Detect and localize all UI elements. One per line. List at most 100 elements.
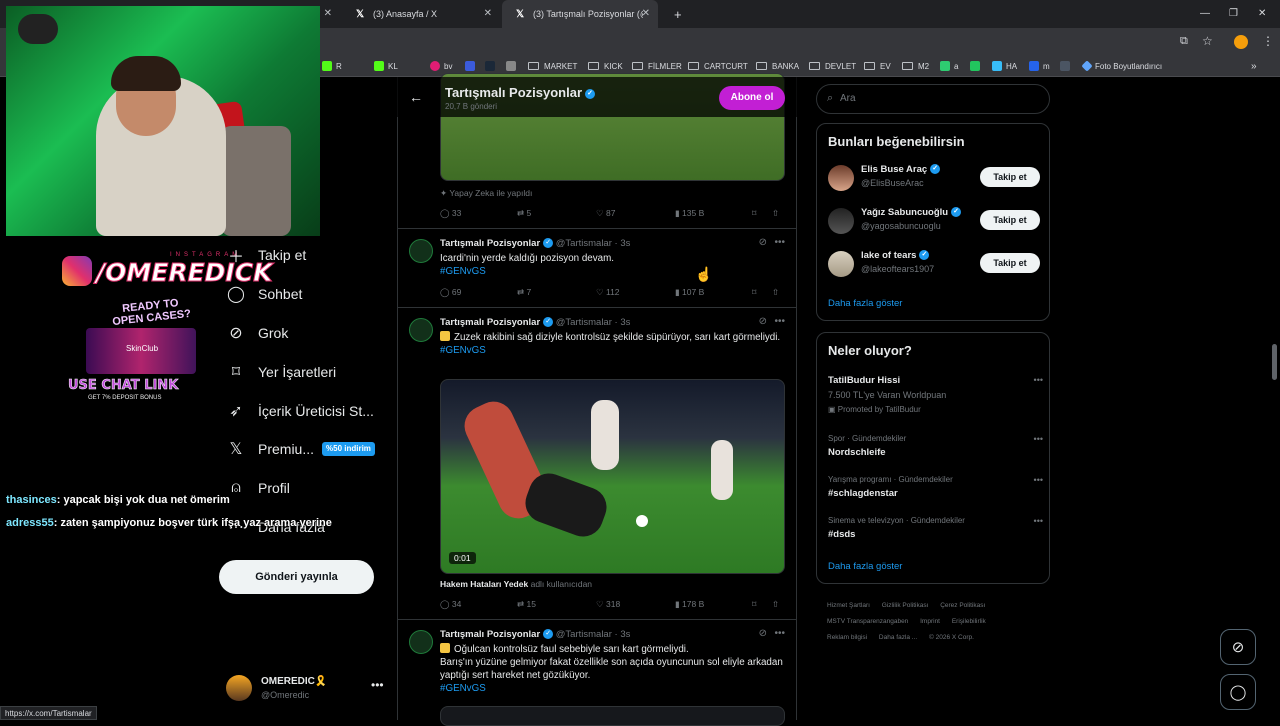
messages-fab-button[interactable]: ◯ [1220,674,1256,710]
like-button[interactable]: ♡ 112 [596,287,620,298]
bookmark-item[interactable] [970,59,984,73]
footer-link[interactable]: Erişilebilirlik [952,618,986,625]
browser-tab[interactable]: ✕ [320,0,340,28]
share-icon[interactable]: ⇧ [772,208,779,219]
follow-button[interactable]: Takip et [980,167,1040,187]
close-tab-icon[interactable]: ✕ [484,8,492,19]
more-icon[interactable]: ••• [774,628,785,639]
footer-link[interactable]: MSTV Transparenzangaben [827,618,908,625]
author-name[interactable]: Tartışmalı Pozisyonlar [440,317,540,328]
trend-item[interactable]: TatilBudur Hissi 7.500 TL'ye Varan World… [828,375,1043,414]
nav-chat[interactable]: ◯ Sohbet [226,282,302,306]
scrollbar[interactable] [1272,344,1277,380]
share-icon[interactable]: ⇧ [772,599,779,610]
nav-follow[interactable]: ＋ Takip et [226,243,306,267]
subscribe-button[interactable]: Abone ol [719,86,785,110]
more-icon[interactable]: ••• [1034,375,1043,385]
search-input[interactable]: ⌕ Ara [816,84,1050,114]
tweet-media[interactable] [440,706,785,726]
footer-link[interactable]: Gizlilik Politikası [882,602,929,609]
avatar[interactable] [409,630,433,654]
bookmark-icon[interactable]: ⌑ [752,599,756,610]
grok-icon[interactable]: ⊘ [759,316,767,327]
follow-suggestion[interactable]: Elis Buse Araç ✓ @ElisBuseArac Takip et [828,162,1043,196]
show-more-link[interactable]: Daha fazla göster [828,561,902,572]
avatar[interactable] [409,318,433,342]
minimize-icon[interactable]: — [1200,8,1210,19]
cast-icon[interactable]: ⧉ [1180,35,1188,48]
grok-icon[interactable]: ⊘ [759,237,767,248]
share-icon[interactable]: ⇧ [772,287,779,298]
nav-creator-studio[interactable]: ➶ İçerik Üreticisi St... [226,399,374,423]
bookmarks-overflow-icon[interactable]: » [1251,59,1257,73]
reply-button[interactable]: ◯ 69 [440,287,461,298]
bookmark-folder[interactable]: FİLMLER [632,59,682,73]
bookmark-folder[interactable]: BANKA [756,59,799,73]
bookmark-item[interactable] [465,59,479,73]
suggestion-name[interactable]: Elis Buse Araç ✓ [861,164,941,175]
window-close-icon[interactable]: ✕ [1258,8,1266,19]
suggestion-name[interactable]: Yağız Sabuncuoğlu ✓ [861,207,962,218]
footer-link[interactable]: Reklam bilgisi [827,634,867,641]
footer-link[interactable]: Daha fazla ... [879,634,917,641]
repost-button[interactable]: ⇄ 5 [517,208,531,219]
profile-avatar-icon[interactable] [1234,35,1248,49]
nav-premium[interactable]: 𝕏 Premiu... [226,437,314,461]
more-icon[interactable]: ••• [371,678,384,692]
post-button[interactable]: Gönderi yayınla [219,560,374,594]
tweet[interactable]: Tartışmalı Pozisyonlar ✓ @Tartismalar · 3… [397,308,797,620]
author-name[interactable]: Tartışmalı Pozisyonlar [440,238,540,249]
tweet[interactable]: Tartışmalı Pozisyonlar ✓ @Tartismalar · 3… [397,229,797,308]
menu-icon[interactable]: ⋮ [1262,34,1274,48]
follow-suggestion[interactable]: Yağız Sabuncuoğlu ✓ @yagosabuncuoglu Taki… [828,205,1043,239]
nav-grok[interactable]: ⊘ Grok [226,321,288,345]
bookmark-folder[interactable]: KICK [588,59,623,73]
bookmark-item[interactable]: Foto Boyutlandırıcı [1081,59,1162,73]
more-icon[interactable]: ••• [774,316,785,327]
close-tab-icon[interactable]: ✕ [642,8,650,19]
bookmark-icon[interactable]: ⌑ [752,287,756,298]
hashtag-link[interactable]: #GENvGS [440,266,486,277]
trend-item[interactable]: Sinema ve televizyon · Gündemdekiler #ds… [828,516,1043,552]
more-icon[interactable]: ••• [1034,516,1043,526]
bookmark-item[interactable]: R [322,59,342,73]
bookmark-star-icon[interactable]: ☆ [1202,34,1213,48]
author-handle[interactable]: @Tartismalar [556,238,612,249]
bookmark-item[interactable]: bv [430,59,452,73]
suggestion-name[interactable]: lake of tears ✓ [861,250,930,261]
tweet-time[interactable]: · 3s [615,317,631,328]
bookmark-item[interactable]: m [1029,59,1050,73]
bookmark-item[interactable] [506,59,520,73]
account-switcher[interactable]: OMEREDIC🎗️ @Omeredic ••• [226,672,386,706]
views-button[interactable]: ▮ 178 B [675,599,704,610]
bookmark-item[interactable]: HA [992,59,1017,73]
grok-fab-button[interactable]: ⊘ [1220,629,1256,665]
tweet[interactable]: Tartışmalı Pozisyonlar ✓ @Tartismalar · 3… [397,620,797,726]
repost-button[interactable]: ⇄ 7 [517,287,531,298]
hashtag-link[interactable]: #GENvGS [440,683,486,694]
tweet-video[interactable]: 0:01 [440,379,785,574]
views-button[interactable]: ▮ 135 B [675,208,704,219]
nav-bookmarks[interactable]: ⌑ Yer İşaretleri [226,360,336,384]
tweet-time[interactable]: · 3s [615,629,631,640]
reply-button[interactable]: ◯ 33 [440,208,461,219]
bookmark-folder[interactable]: DEVLET [809,59,856,73]
bookmark-folder[interactable]: CARTCURT [688,59,748,73]
avatar[interactable] [828,208,854,234]
trend-item[interactable]: Spor · Gündemdekiler Nordschleife ••• [828,434,1043,470]
like-button[interactable]: ♡ 318 [596,599,620,610]
hashtag-link[interactable]: #GENvGS [440,345,486,356]
browser-tab-active[interactable]: 𝕏 (3) Tartışmalı Pozisyonlar (@Tar✕ [502,0,658,28]
bookmark-item[interactable] [485,59,499,73]
bookmark-folder[interactable]: MARKET [528,59,577,73]
bookmark-folder[interactable]: EV [864,59,891,73]
show-more-link[interactable]: Daha fazla göster [828,298,902,309]
credit-name[interactable]: Hakem Hataları Yedek [440,579,528,589]
avatar[interactable] [409,239,433,263]
avatar[interactable] [828,251,854,277]
bookmark-folder[interactable]: M2 [902,59,929,73]
bookmark-item[interactable]: a [940,59,958,73]
back-arrow-icon[interactable]: ← [409,89,423,105]
close-tab-icon[interactable]: ✕ [324,8,332,19]
views-button[interactable]: ▮ 107 B [675,287,704,298]
